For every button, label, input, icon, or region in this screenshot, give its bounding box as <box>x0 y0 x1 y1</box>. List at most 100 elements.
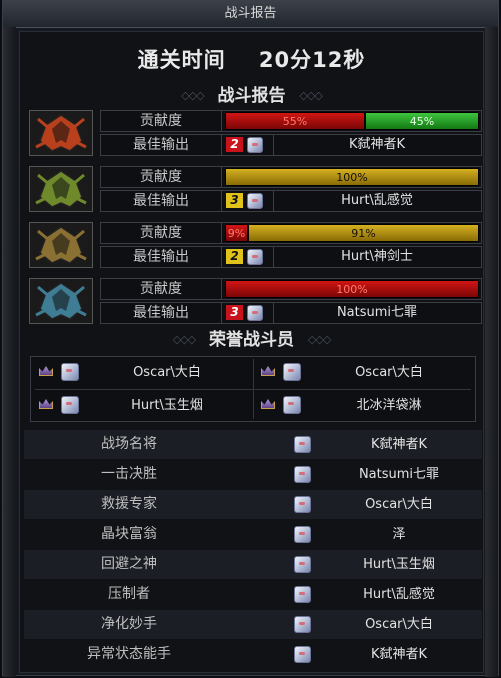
award-row: 回避之神 Hurt\玉生烟 <box>24 550 482 579</box>
player-name[interactable]: Hurt\神剑士 <box>273 247 480 267</box>
contribution-row: 贡献度 100% <box>100 278 482 300</box>
ice-crest-icon <box>29 278 93 324</box>
contribution-segment: 55% <box>225 112 365 130</box>
award-row: 晶块富翁 泽 <box>24 520 482 549</box>
rank-badge: 2 <box>226 249 243 264</box>
avatar <box>294 436 311 453</box>
contribution-bar: 100% <box>225 168 479 186</box>
contribution-row: 贡献度 55% 45% <box>100 110 482 132</box>
award-title: 晶块富翁 <box>101 526 157 542</box>
best-output-label: 最佳输出 <box>101 135 222 155</box>
honor-member[interactable]: Oscar\大白 <box>253 357 475 388</box>
best-output: 2 Hurt\神剑士 <box>225 247 481 267</box>
contribution-segment: 100% <box>225 168 479 186</box>
award-row: 压制者 Hurt\乱感觉 <box>24 580 482 609</box>
rank-badge: 2 <box>226 137 243 152</box>
contribution-segment: 9% <box>225 224 248 242</box>
crown-icon <box>39 399 53 409</box>
award-title: 一击决胜 <box>101 466 157 482</box>
leaf-crest-icon <box>29 166 93 212</box>
flame-crest-icon <box>29 110 93 156</box>
crown-icon <box>261 366 275 376</box>
window-frame-left <box>3 27 16 677</box>
rank-badge: 3 <box>226 305 243 320</box>
contribution-bar: 55% 45% <box>225 112 479 130</box>
player-name[interactable]: Natsumi七罪 <box>273 303 480 323</box>
award-list: 战场名将 K弑神者K 一击决胜 Natsumi七罪 救援专家 Oscar\大白 晶块富翁泽回… <box>24 430 482 670</box>
award-player-name[interactable]: Hurt\乱感觉 <box>324 580 474 609</box>
honor-member[interactable]: Oscar\大白 <box>31 357 253 388</box>
player-name[interactable]: K弑神者K <box>273 135 480 155</box>
best-output-row: 最佳输出 3 Hurt\乱感觉 <box>100 190 482 212</box>
award-row: 一击决胜 Natsumi七罪 <box>24 460 482 489</box>
best-output-label: 最佳输出 <box>101 247 222 267</box>
avatar <box>61 396 79 414</box>
report-panel: 通关时间 20分12秒 ◇◇◇ 战斗报告 ◇◇◇ 贡献度 55% 45% 最佳输出 2 K… <box>19 31 484 673</box>
best-output-label: 最佳输出 <box>101 191 222 211</box>
avatar <box>294 466 311 483</box>
award-title: 净化妙手 <box>101 616 157 632</box>
heading-ornament-left: ◇◇◇ <box>172 333 196 346</box>
award-player-name[interactable]: K弑神者K <box>324 640 474 669</box>
award-row: 救援专家 Oscar\大白 <box>24 490 482 519</box>
honor-member-name: Oscar\大白 <box>355 365 423 380</box>
contribution-segment: 91% <box>248 224 479 242</box>
award-player-name[interactable]: Hurt\玉生烟 <box>324 550 474 579</box>
best-output: 3 Hurt\乱感觉 <box>225 191 481 211</box>
rank-badge: 3 <box>226 193 243 208</box>
crown-icon <box>261 399 275 409</box>
contribution-bar: 9% 91% <box>225 224 479 242</box>
contribution-label: 贡献度 <box>101 279 222 299</box>
avatar <box>247 137 263 153</box>
avatar <box>294 526 311 543</box>
heading-ornament-right: ◇◇◇ <box>299 89 322 102</box>
award-row: 战场名将 K弑神者K <box>24 430 482 459</box>
player-name[interactable]: Hurt\乱感觉 <box>273 191 480 211</box>
best-output: 2 K弑神者K <box>225 135 481 155</box>
bronze-crest-icon <box>29 222 93 268</box>
party-member-card: 贡献度 100% 最佳输出 3 Hurt\乱感觉 <box>24 164 482 214</box>
clear-time: 通关时间 20分12秒 <box>20 44 483 74</box>
party-member-card: 贡献度 9% 91% 最佳输出 2 Hurt\神剑士 <box>24 220 482 270</box>
contribution-row: 贡献度 9% 91% <box>100 222 482 244</box>
avatar <box>294 586 311 603</box>
award-player-name[interactable]: K弑神者K <box>324 430 474 459</box>
avatar <box>247 249 263 265</box>
clear-time-value: 20分12秒 <box>258 48 366 72</box>
contribution-label: 贡献度 <box>101 167 222 187</box>
clear-time-label: 通关时间 <box>137 48 226 72</box>
avatar <box>247 193 263 209</box>
best-output-row: 最佳输出 2 K弑神者K <box>100 134 482 156</box>
honor-member[interactable]: Hurt\玉生烟 <box>31 390 253 421</box>
contribution-segment: 100% <box>225 280 479 298</box>
award-player-name[interactable]: Natsumi七罪 <box>324 460 474 489</box>
honor-members: Oscar\大白 Oscar\大白 Hurt\玉生烟 北冰洋袋淋 <box>30 356 476 422</box>
avatar <box>247 305 263 321</box>
award-title: 回避之神 <box>101 556 157 572</box>
award-row: 异常状态能手 K弑神者K <box>24 640 482 669</box>
award-player-name[interactable]: Oscar\大白 <box>324 490 474 519</box>
honor-member[interactable]: 北冰洋袋淋 <box>253 390 475 421</box>
battle-report-heading-text: 战斗报告 <box>217 86 286 106</box>
avatar <box>283 363 301 381</box>
contribution-label: 贡献度 <box>101 223 222 243</box>
avatar <box>294 556 311 573</box>
crown-icon <box>39 366 53 376</box>
contribution-row: 贡献度 100% <box>100 166 482 188</box>
award-player-name[interactable]: 泽 <box>324 520 474 549</box>
best-output: 3 Natsumi七罪 <box>225 303 481 323</box>
party-member-card: 贡献度 100% 最佳输出 3 Natsumi七罪 <box>24 276 482 326</box>
honor-member-name: 北冰洋袋淋 <box>356 398 422 413</box>
award-player-name[interactable]: Oscar\大白 <box>324 610 474 639</box>
party-member-card: 贡献度 55% 45% 最佳输出 2 K弑神者K <box>24 108 482 158</box>
contribution-bar: 100% <box>225 280 479 298</box>
battle-report-window: 战斗报告 通关时间 20分12秒 ◇◇◇ 战斗报告 ◇◇◇ 贡献度 55% 45% 最… <box>2 0 499 677</box>
award-title: 救援专家 <box>101 496 157 512</box>
avatar <box>294 496 311 513</box>
best-output-label: 最佳输出 <box>101 303 222 323</box>
honor-member-name: Oscar\大白 <box>133 365 201 380</box>
avatar <box>61 363 79 381</box>
honor-heading: ◇◇◇ 荣誉战斗员 ◇◇◇ <box>20 328 483 352</box>
avatar <box>294 616 311 633</box>
window-title: 战斗报告 <box>3 1 498 28</box>
